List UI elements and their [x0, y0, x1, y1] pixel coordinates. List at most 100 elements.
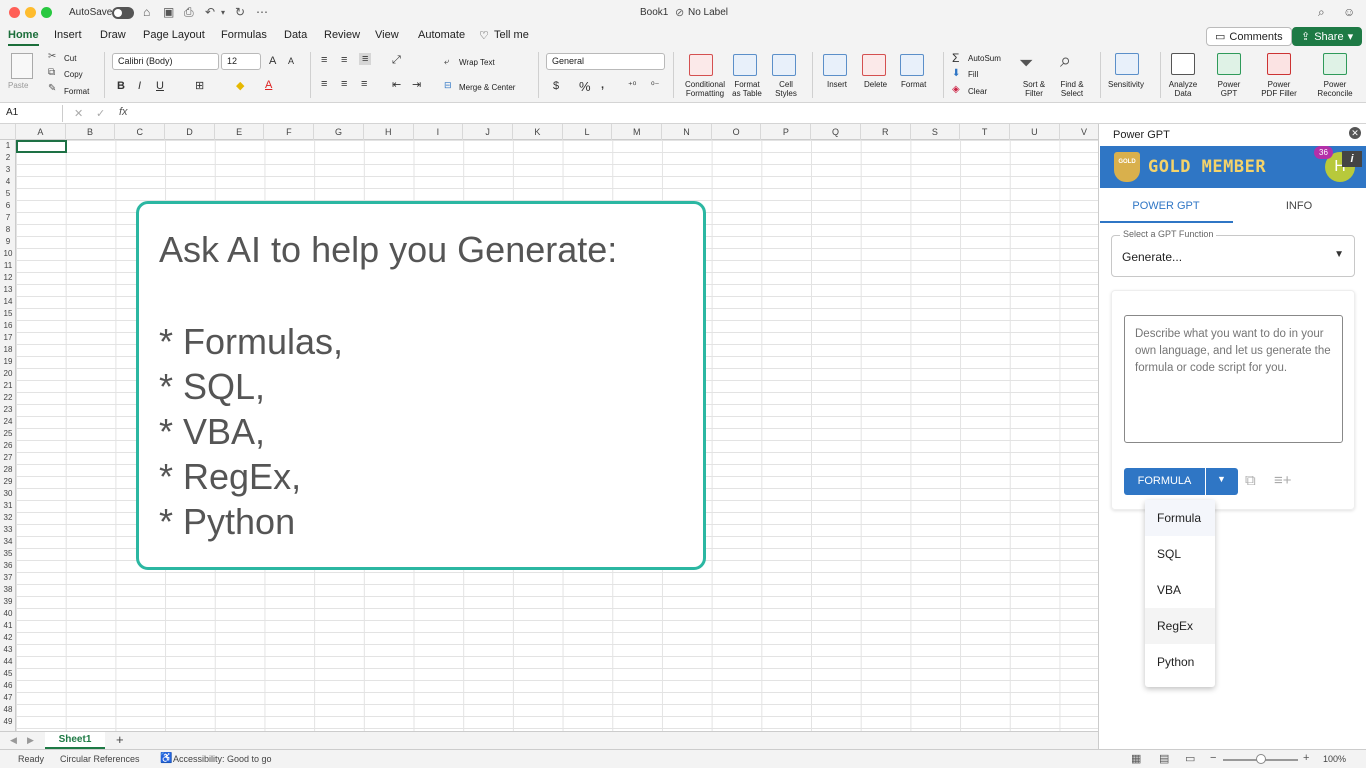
row-header[interactable]: 27 [0, 452, 16, 464]
page-layout-view-icon[interactable]: ▤ [1159, 752, 1169, 765]
font-size-select[interactable]: 12 [221, 53, 261, 70]
formula-input[interactable] [138, 105, 1358, 122]
add-sheet-button[interactable]: + [116, 732, 124, 747]
bold-icon[interactable]: B [117, 80, 125, 92]
info-icon[interactable]: i [1342, 151, 1362, 167]
autosave-toggle[interactable] [112, 7, 134, 19]
column-header[interactable]: O [712, 124, 762, 140]
row-header[interactable]: 13 [0, 284, 16, 296]
find-select-button[interactable]: Find & Select [1058, 80, 1086, 98]
column-header[interactable]: L [563, 124, 613, 140]
row-header[interactable]: 14 [0, 296, 16, 308]
row-header[interactable]: 33 [0, 524, 16, 536]
search-icon[interactable]: ⌕ [1318, 5, 1325, 20]
paste-icon[interactable] [11, 53, 33, 79]
row-header[interactable]: 34 [0, 536, 16, 548]
decrease-indent-icon[interactable]: ⇤ [392, 78, 401, 91]
menu-item-python[interactable]: Python [1145, 644, 1215, 680]
sort-filter-button[interactable]: Sort & Filter [1020, 80, 1048, 98]
row-header[interactable]: 39 [0, 596, 16, 608]
row-header[interactable]: 9 [0, 236, 16, 248]
close-pane-icon[interactable]: ✕ [1349, 127, 1361, 139]
menu-item-vba[interactable]: VBA [1145, 572, 1215, 608]
format-cells-button[interactable]: Format [901, 80, 926, 89]
sensitivity-button[interactable]: Sensitivity [1108, 80, 1144, 89]
column-header[interactable]: T [960, 124, 1010, 140]
paste-button[interactable]: Paste [8, 81, 28, 90]
tab-review[interactable]: Review [324, 29, 360, 41]
row-header[interactable]: 1 [0, 140, 16, 152]
wrap-text-button[interactable]: Wrap Text [459, 58, 495, 67]
column-header[interactable]: C [115, 124, 166, 140]
menu-item-regex[interactable]: RegEx [1145, 608, 1215, 644]
font-color-icon[interactable]: A [265, 79, 272, 91]
column-header[interactable]: V [1060, 124, 1098, 140]
row-header[interactable]: 40 [0, 608, 16, 620]
save-icon[interactable]: ▣ [163, 5, 174, 19]
accessibility-status[interactable]: Accessibility: Good to go [173, 754, 272, 764]
insert-icon[interactable]: ≡+ [1274, 472, 1292, 489]
decrease-decimal-icon[interactable]: ⁰⁻ [651, 80, 659, 91]
font-name-select[interactable]: Calibri (Body) [112, 53, 219, 70]
borders-icon[interactable]: ⊞ [195, 79, 204, 92]
row-header[interactable]: 35 [0, 548, 16, 560]
function-icon[interactable]: fx [119, 106, 128, 118]
row-header[interactable]: 49 [0, 716, 16, 728]
zoom-window-button[interactable] [41, 7, 52, 18]
align-bottom-icon[interactable]: ≡ [359, 53, 372, 65]
row-header[interactable]: 30 [0, 488, 16, 500]
tab-draw[interactable]: Draw [100, 29, 126, 41]
cancel-icon[interactable]: ✕ [74, 107, 83, 120]
align-top-icon[interactable]: ≡ [321, 54, 327, 66]
row-header[interactable]: 12 [0, 272, 16, 284]
home-icon[interactable]: ⌂ [143, 5, 150, 19]
prompt-input[interactable] [1124, 315, 1343, 443]
comments-button[interactable]: ▭ Comments [1206, 27, 1292, 46]
row-header[interactable]: 5 [0, 188, 16, 200]
tab-home[interactable]: Home [8, 29, 39, 46]
row-header[interactable]: 10 [0, 248, 16, 260]
column-header[interactable]: B [66, 124, 116, 140]
row-header[interactable]: 47 [0, 692, 16, 704]
cell-styles-button[interactable]: Cell Styles [771, 80, 801, 98]
copy-button[interactable]: Copy [64, 70, 83, 79]
menu-item-sql[interactable]: SQL [1145, 536, 1215, 572]
column-header[interactable]: P [762, 124, 812, 140]
row-header[interactable]: 37 [0, 572, 16, 584]
column-header[interactable]: K [513, 124, 563, 140]
fill-button[interactable]: Fill [968, 70, 978, 79]
row-header[interactable]: 43 [0, 644, 16, 656]
tell-me-search[interactable]: Tell me [494, 29, 529, 41]
close-window-button[interactable] [9, 7, 20, 18]
column-header[interactable]: A [16, 124, 66, 140]
menu-item-formula[interactable]: Formula [1145, 500, 1215, 536]
column-header[interactable]: Q [811, 124, 861, 140]
redo-icon[interactable]: ↻ [235, 5, 245, 19]
row-header[interactable]: 48 [0, 704, 16, 716]
comma-style-icon[interactable]: , [601, 79, 604, 91]
column-header[interactable]: M [612, 124, 663, 140]
account-icon[interactable]: ☺ [1343, 5, 1355, 19]
currency-icon[interactable]: $ [553, 80, 559, 92]
row-header[interactable]: 4 [0, 176, 16, 188]
row-header[interactable]: 16 [0, 320, 16, 332]
minimize-window-button[interactable] [25, 7, 36, 18]
power-reconcile-button[interactable]: Power Reconcile [1314, 80, 1356, 98]
row-header[interactable]: 2 [0, 152, 16, 164]
increase-indent-icon[interactable]: ⇥ [412, 78, 421, 91]
gpt-function-select[interactable]: Select a GPT Function Generate... ▼ [1111, 229, 1355, 277]
cut-button[interactable]: Cut [64, 54, 76, 63]
align-left-icon[interactable]: ≡ [321, 78, 327, 90]
row-header[interactable]: 44 [0, 656, 16, 668]
insert-cells-button[interactable]: Insert [827, 80, 847, 89]
underline-icon[interactable]: U [156, 80, 164, 92]
number-format-select[interactable]: General [546, 53, 665, 70]
name-box[interactable]: A1 [0, 105, 63, 122]
row-header[interactable]: 8 [0, 224, 16, 236]
row-header[interactable]: 17 [0, 332, 16, 344]
row-header[interactable]: 26 [0, 440, 16, 452]
format-painter-button[interactable]: Format [64, 87, 89, 96]
fill-color-icon[interactable]: ◆ [236, 79, 244, 92]
row-header[interactable]: 23 [0, 404, 16, 416]
sheet-tab-sheet1[interactable]: Sheet1 [45, 732, 105, 749]
